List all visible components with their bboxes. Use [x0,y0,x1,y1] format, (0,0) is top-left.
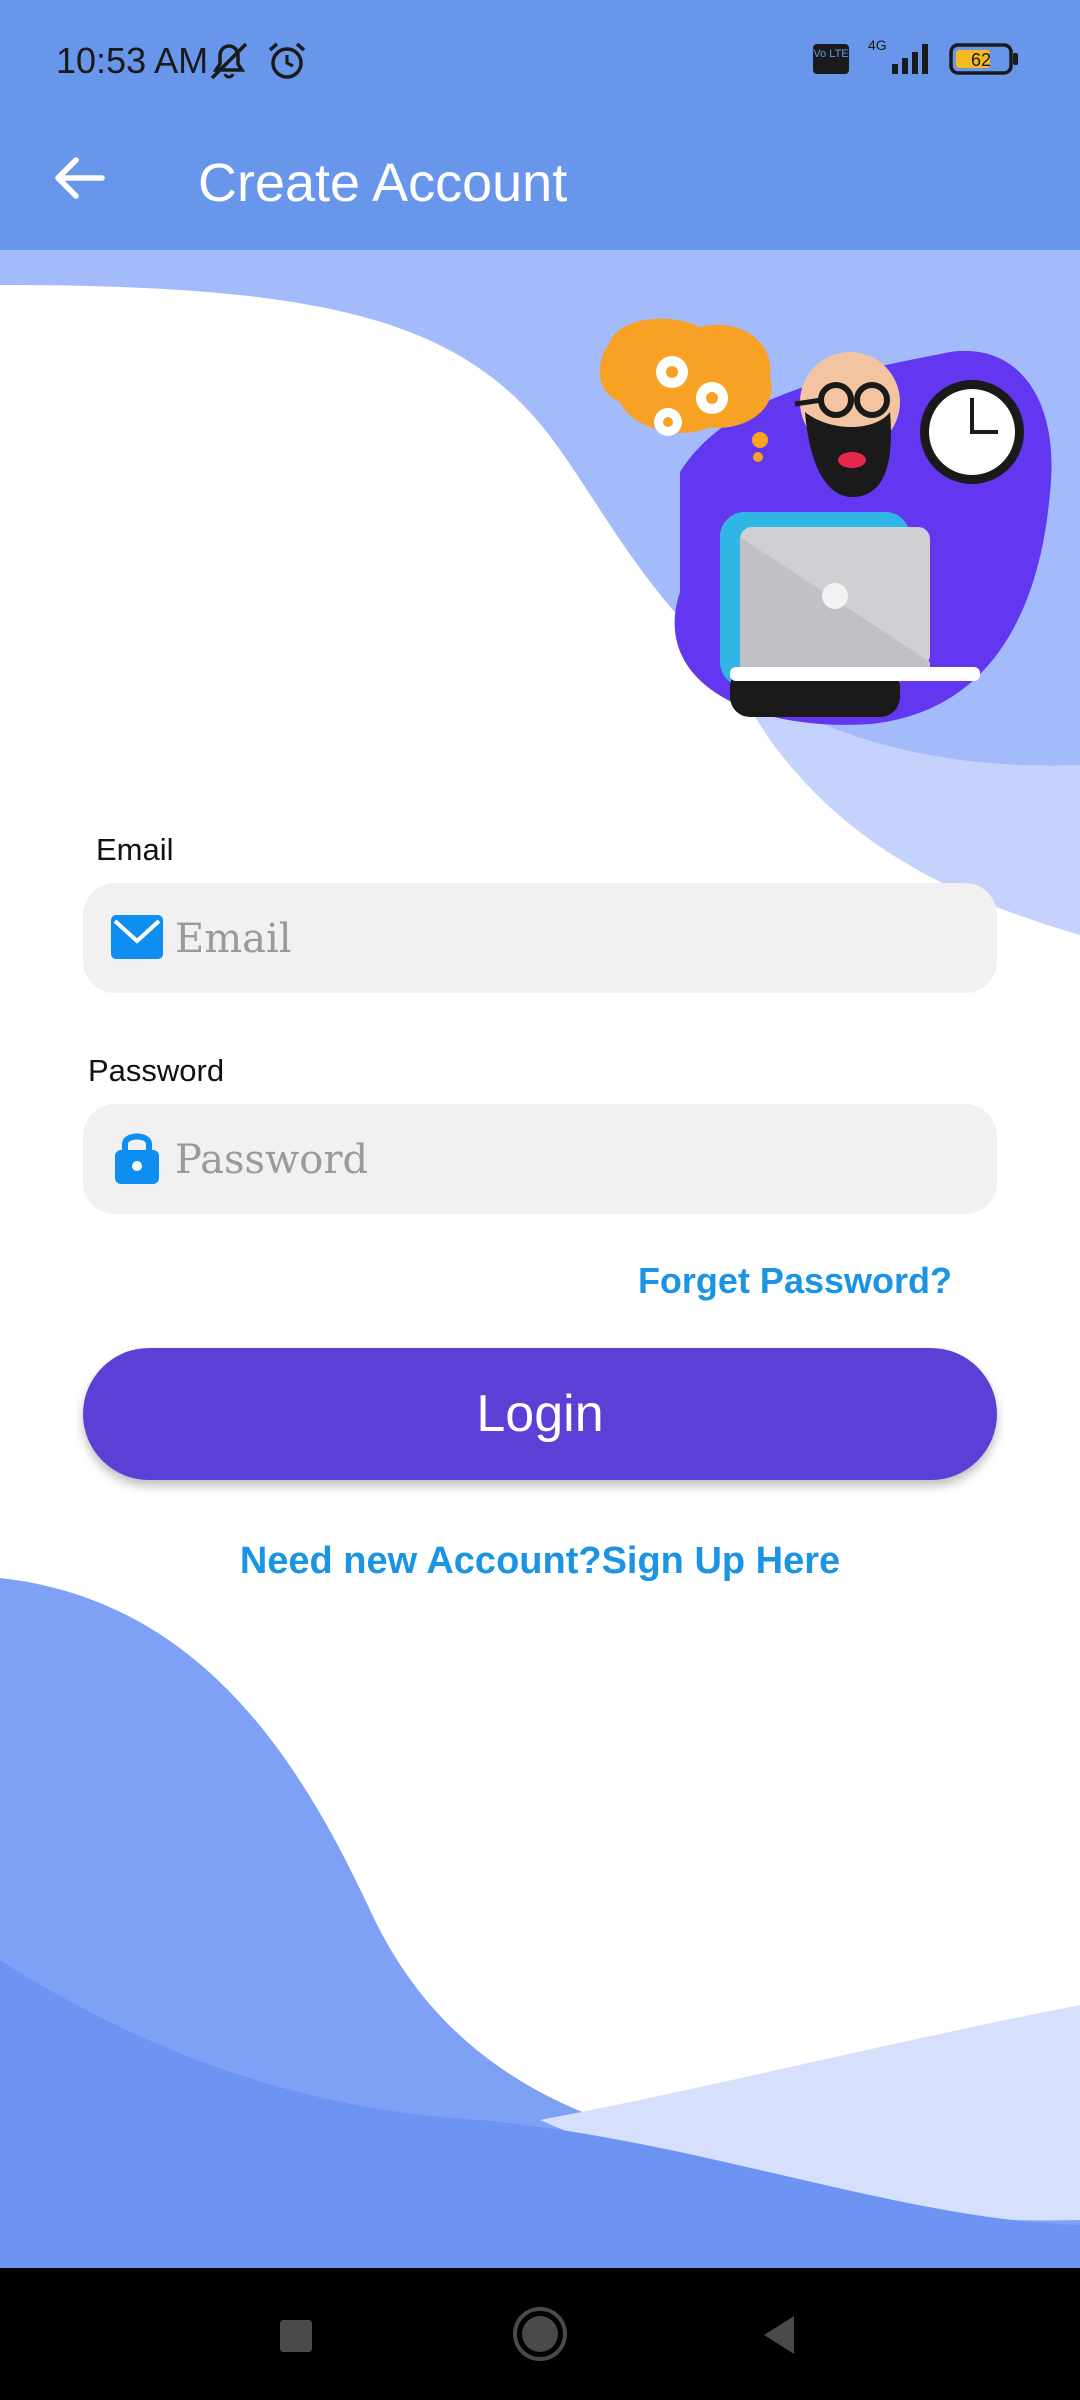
status-icons-right: Vo LTE 4G 62 [811,36,1020,81]
lock-icon [115,1133,159,1184]
arrow-left-icon[interactable] [48,146,112,210]
volte-icon: Vo LTE [813,44,850,74]
forgot-password-link[interactable]: Forget Password? [638,1260,952,1302]
email-label: Email [96,832,174,867]
envelope-icon [111,915,163,959]
email-input[interactable] [173,883,977,995]
password-field[interactable] [83,1104,997,1216]
svg-text:Vo LTE: Vo LTE [813,48,848,60]
status-time: 10:53 AM [56,40,209,81]
password-label: Password [88,1053,225,1088]
app-bar: Create Account [0,124,1080,250]
battery-level: 62 [971,50,991,70]
status-bar: 10:53 AM Vo LTE 4G 62 [0,0,1080,124]
signal-icon: 4G [868,37,928,74]
developer-illustration [599,318,1052,725]
login-button[interactable]: Login [83,1348,997,1480]
back-triangle-icon[interactable] [756,2304,806,2364]
status-icons-left [206,38,310,89]
system-nav-bar [0,2268,1080,2400]
battery-icon: 62 [949,43,1018,75]
page-title: Create Account [198,153,568,213]
mute-icon [210,42,248,80]
password-input[interactable] [173,1104,977,1216]
home-circle-icon[interactable] [510,2304,570,2364]
email-field[interactable] [83,883,997,995]
alarm-icon [269,42,306,79]
recents-square-icon[interactable] [276,2304,316,2364]
network-type: 4G [868,37,887,53]
signup-link[interactable]: Need new Account?Sign Up Here [0,1540,1080,1583]
